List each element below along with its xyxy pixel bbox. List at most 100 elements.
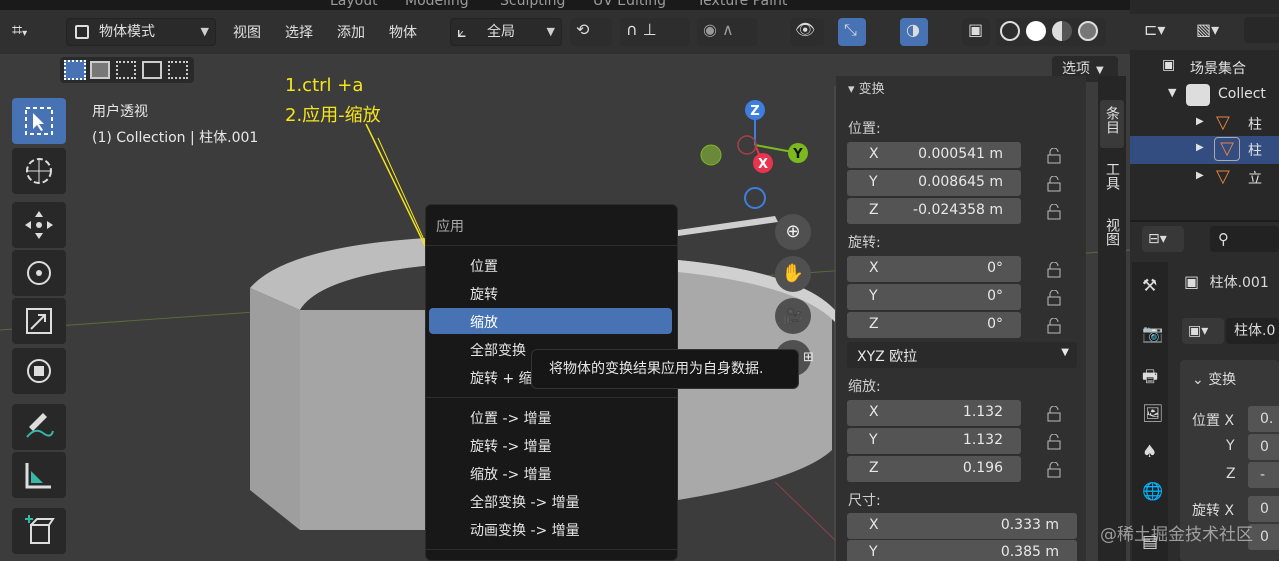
tool-settings-icon[interactable]: ⚒: [1142, 276, 1157, 296]
expand-icon[interactable]: ▼: [1168, 86, 1176, 99]
render-icon[interactable]: 📷: [1142, 324, 1163, 344]
lock-icon[interactable]: [1046, 148, 1062, 164]
rotation-x-field[interactable]: X 0°: [847, 256, 1021, 282]
editor-type-button[interactable]: ⌗▾: [12, 20, 56, 46]
properties-search[interactable]: ⚲: [1210, 226, 1279, 252]
lock-icon[interactable]: [1046, 434, 1062, 450]
transform-panel-header[interactable]: ▾ 变换: [848, 78, 885, 97]
xray-toggle[interactable]: ▣: [962, 18, 990, 46]
object-name-field[interactable]: 柱体.0: [1226, 318, 1279, 344]
select-intersect-icon[interactable]: [168, 61, 188, 79]
view-layer-icon[interactable]: ▧▾: [1196, 20, 1219, 39]
outliner-row-scene[interactable]: ▣ 场景集合: [1130, 54, 1279, 82]
location-x-field[interactable]: X 0.000541 m: [847, 142, 1021, 168]
lock-icon[interactable]: [1046, 290, 1062, 306]
scale-z-field[interactable]: Z 0.196: [847, 456, 1021, 482]
zoom-button[interactable]: ⊕: [775, 214, 811, 250]
add-cube-tool[interactable]: [12, 508, 66, 554]
menu-item-rotation-scale[interactable]: 旋转 + 缩: [470, 368, 533, 388]
tab-item[interactable]: 条目: [1100, 100, 1124, 148]
menu-item-all-to-delta[interactable]: 全部变换 -> 增量: [470, 492, 580, 512]
prop-rotation-x-field[interactable]: 0: [1248, 496, 1279, 522]
menu-item-rotation[interactable]: 旋转: [470, 284, 498, 304]
rotation-z-field[interactable]: Z 0°: [847, 312, 1021, 338]
world-icon[interactable]: 🌐: [1142, 482, 1163, 502]
orientation-dropdown[interactable]: ⟀ 全局 ▼: [450, 18, 562, 46]
pan-button[interactable]: ✋: [775, 256, 811, 292]
wireframe-shading-icon[interactable]: [1000, 21, 1020, 41]
snap-button[interactable]: ∩ ⊥: [620, 18, 690, 46]
select-extend-icon[interactable]: [90, 61, 110, 79]
shading-modes[interactable]: [996, 18, 1106, 46]
outliner-row-collection[interactable]: ▼ Collect: [1130, 82, 1279, 110]
rotation-mode-dropdown[interactable]: XYZ 欧拉 ▼: [847, 342, 1077, 368]
outliner-row-object[interactable]: ▶ ▽ 立: [1130, 164, 1279, 192]
location-y-field[interactable]: Y 0.008645 m: [847, 170, 1021, 196]
tab-texture-paint[interactable]: Texture Paint: [697, 0, 787, 9]
lock-icon[interactable]: [1046, 262, 1062, 278]
lock-icon[interactable]: [1046, 318, 1062, 334]
lock-icon[interactable]: [1046, 176, 1062, 192]
mode-dropdown[interactable]: 物体模式 ▼: [66, 18, 216, 46]
dimension-y-field[interactable]: Y 0.385 m: [847, 540, 1077, 561]
scale-tool[interactable]: [12, 298, 66, 344]
menu-object[interactable]: 物体: [389, 22, 417, 42]
object-browse-button[interactable]: ▣▾: [1182, 318, 1224, 344]
prop-location-z-field[interactable]: -: [1248, 462, 1279, 488]
select-invert-icon[interactable]: [142, 61, 162, 79]
tab-view[interactable]: 视图: [1100, 212, 1124, 260]
output-icon[interactable]: 🖶: [1142, 364, 1158, 393]
pivot-point-button[interactable]: ⟲: [570, 18, 612, 46]
expand-icon[interactable]: ▶: [1196, 170, 1204, 181]
material-shading-icon[interactable]: [1052, 21, 1072, 41]
menu-select[interactable]: 选择: [285, 22, 313, 42]
cursor-tool[interactable]: [12, 148, 66, 194]
lock-icon[interactable]: [1046, 204, 1062, 220]
expand-icon[interactable]: ▶: [1196, 142, 1204, 153]
tab-uv-editing[interactable]: UV Editing: [593, 0, 666, 9]
select-box-tool[interactable]: [12, 98, 66, 144]
location-z-field[interactable]: Z -0.024358 m: [847, 198, 1021, 224]
view-layer-icon[interactable]: 🖼: [1142, 404, 1164, 424]
menu-add[interactable]: 添加: [337, 22, 365, 42]
expand-icon[interactable]: ▶: [1196, 116, 1204, 127]
tab-modeling[interactable]: Modeling: [405, 0, 469, 9]
annotate-tool[interactable]: [12, 404, 66, 450]
gizmo-toggle[interactable]: ⤡: [838, 18, 866, 46]
menu-item-animated-to-delta[interactable]: 动画变换 -> 增量: [470, 520, 580, 540]
properties-type-button[interactable]: ⊟▾: [1142, 226, 1184, 252]
menu-item-all-transforms[interactable]: 全部变换: [470, 340, 526, 360]
tab-sculpting[interactable]: Sculpting: [500, 0, 565, 9]
lock-icon[interactable]: [1046, 406, 1062, 422]
camera-view-button[interactable]: 🎥: [775, 298, 811, 334]
transform-tool[interactable]: [12, 348, 66, 394]
dimension-x-field[interactable]: X 0.333 m: [847, 513, 1077, 539]
menu-item-location-to-delta[interactable]: 位置 -> 增量: [470, 408, 552, 428]
menu-item-scale[interactable]: 缩放: [470, 312, 498, 332]
lock-icon[interactable]: [1046, 462, 1062, 478]
scene-icon[interactable]: ♠: [1142, 442, 1157, 462]
tab-layout[interactable]: Layout: [330, 0, 378, 9]
outliner-row-object-selected[interactable]: ▶ ▽ 柱: [1130, 136, 1279, 164]
scale-y-field[interactable]: Y 1.132: [847, 428, 1021, 454]
transform-section-header[interactable]: ⌄ 变换: [1192, 369, 1236, 389]
rotation-y-field[interactable]: Y 0°: [847, 284, 1021, 310]
select-subtract-icon[interactable]: [116, 61, 136, 79]
proportional-edit-button[interactable]: ◉ ∧: [697, 18, 757, 46]
menu-view[interactable]: 视图: [233, 22, 261, 42]
navigation-gizmo[interactable]: Z Y X: [695, 95, 815, 215]
prop-location-y-field[interactable]: 0: [1248, 434, 1279, 460]
scale-x-field[interactable]: X 1.132: [847, 400, 1021, 426]
overlay-toggle[interactable]: ◑: [900, 18, 928, 46]
prop-location-x-field[interactable]: 0.: [1248, 406, 1279, 432]
outliner-row-object[interactable]: ▶ ▽ 柱: [1130, 110, 1279, 138]
search-field[interactable]: [1244, 17, 1279, 43]
measure-tool[interactable]: [12, 452, 66, 498]
menu-item-rotation-to-delta[interactable]: 旋转 -> 增量: [470, 436, 552, 456]
solid-shading-icon[interactable]: [1026, 21, 1046, 41]
menu-item-location[interactable]: 位置: [470, 256, 498, 276]
menu-item-scale-to-delta[interactable]: 缩放 -> 增量: [470, 464, 552, 484]
select-new-icon[interactable]: [64, 60, 86, 80]
move-tool[interactable]: [12, 202, 66, 248]
visibility-button[interactable]: 👁: [790, 18, 824, 46]
